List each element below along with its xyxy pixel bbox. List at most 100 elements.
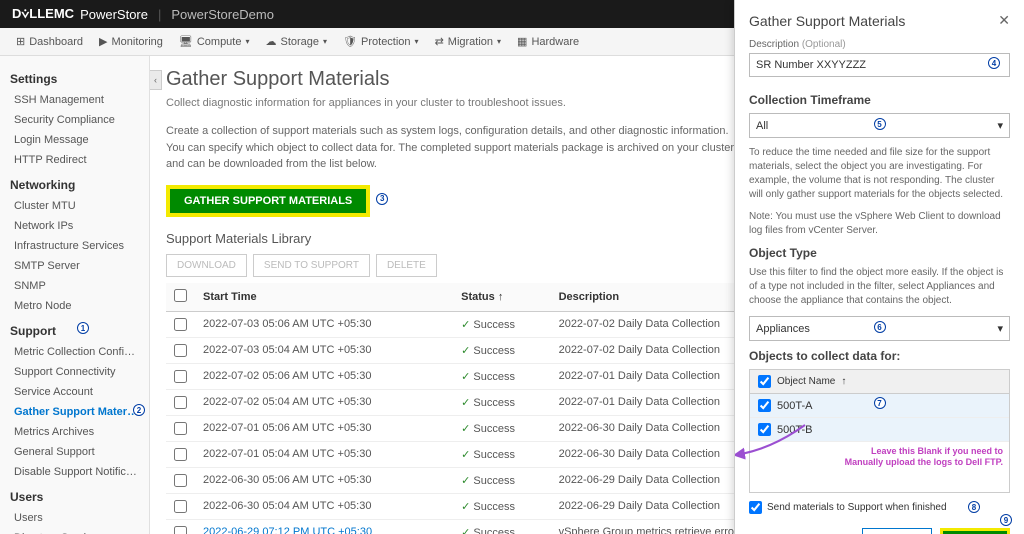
panel-title: Gather Support Materials [749, 13, 905, 29]
sidebar-item-archives[interactable]: Metrics Archives [0, 422, 149, 442]
download-button[interactable]: DOWNLOAD [166, 254, 247, 277]
annotation-6: 6 [874, 321, 886, 333]
row-checkbox[interactable] [174, 448, 187, 461]
vsphere-note: Note: You must use the vSphere Web Clien… [749, 210, 1010, 238]
nav-monitoring[interactable]: ▶Monitoring [91, 35, 171, 48]
sidebar-item-smtp[interactable]: SMTP Server [0, 256, 149, 276]
cell-status: Success [453, 415, 550, 441]
sidebar-item-service[interactable]: Service Account [0, 382, 149, 402]
sidebar-section-networking: Networking [0, 174, 149, 196]
object-type-title: Object Type [749, 246, 1010, 260]
sort-asc-icon: ↑ [498, 291, 504, 303]
cell-status: Success [453, 337, 550, 363]
object-row[interactable]: 500T-A 7 [750, 394, 1009, 418]
chevron-down-icon: ▾ [997, 119, 1003, 132]
sidebar-item-network-ips[interactable]: Network IPs [0, 216, 149, 236]
chevron-down-icon: ▾ [997, 322, 1003, 335]
delete-button[interactable]: DELETE [376, 254, 437, 277]
ftp-note: Leave this Blank if you need to Manually… [845, 446, 1003, 468]
col-object-name[interactable]: Object Name [777, 376, 835, 387]
objects-table: Object Name ↑ 500T-A 7 500T-B Leave this… [749, 369, 1010, 493]
cell-status: Success [453, 441, 550, 467]
collect-for-title: Objects to collect data for: [749, 349, 1010, 363]
sidebar-collapse-icon[interactable]: ‹ [150, 70, 162, 90]
annotation-8: 8 [968, 501, 980, 513]
obj-select-all-checkbox[interactable] [758, 375, 771, 388]
row-checkbox[interactable] [174, 370, 187, 383]
row-checkbox[interactable] [174, 344, 187, 357]
nav-dashboard[interactable]: ⊞Dashboard [8, 35, 91, 48]
object-type-help: Use this filter to find the object more … [749, 266, 1010, 308]
sidebar-item-http[interactable]: HTTP Redirect [0, 150, 149, 170]
sidebar-item-login-msg[interactable]: Login Message [0, 130, 149, 150]
sidebar-item-directory[interactable]: Directory Services [0, 528, 149, 534]
gather-materials-button[interactable]: GATHER SUPPORT MATERIALS [170, 189, 366, 213]
select-all-checkbox[interactable] [174, 289, 187, 302]
cell-start-time: 2022-07-01 05:04 AM UTC +05:30 [195, 441, 453, 467]
cancel-button[interactable]: CANCEL [862, 528, 933, 534]
sidebar-item-ssh[interactable]: SSH Management [0, 90, 149, 110]
cell-status: Success [453, 363, 550, 389]
sidebar-section-support: Support 1 [0, 320, 149, 342]
annotation-arrow-icon [734, 420, 810, 460]
annotation-2: 2 [133, 404, 145, 416]
cluster-name: PowerStoreDemo [171, 7, 274, 22]
row-checkbox[interactable] [174, 526, 187, 534]
annotation-5: 5 [874, 118, 886, 130]
annotation-1: 1 [77, 322, 89, 334]
timeframe-select[interactable]: All ▾ 5 [749, 113, 1010, 138]
sidebar-item-metric[interactable]: Metric Collection Configuration [0, 342, 149, 362]
send-to-support-checkbox[interactable] [749, 501, 762, 514]
sidebar-item-users[interactable]: Users [0, 508, 149, 528]
row-checkbox[interactable] [174, 500, 187, 513]
col-status[interactable]: Status ↑ [453, 283, 550, 312]
row-checkbox[interactable] [174, 474, 187, 487]
cell-start-time: 2022-06-30 05:04 AM UTC +05:30 [195, 493, 453, 519]
row-checkbox[interactable] [174, 396, 187, 409]
cell-start-time: 2022-06-29 07:12 PM UTC +05:30 [195, 519, 453, 534]
sidebar-item-snmp[interactable]: SNMP [0, 276, 149, 296]
col-start-time[interactable]: Start Time [195, 283, 453, 312]
cell-start-time: 2022-07-03 05:04 AM UTC +05:30 [195, 337, 453, 363]
side-panel: Gather Support Materials ✕ Description (… [734, 0, 1024, 534]
cell-start-time: 2022-07-03 05:06 AM UTC +05:30 [195, 311, 453, 337]
nav-compute[interactable]: 🖥Compute▾ [171, 35, 258, 48]
cell-status: Success [453, 519, 550, 534]
obj-checkbox[interactable] [758, 399, 771, 412]
brand: D⩒LLEMC [12, 6, 74, 22]
annotation-3: 3 [376, 193, 388, 205]
send-to-support-button[interactable]: SEND TO SUPPORT [253, 254, 370, 277]
annotation-7: 7 [874, 397, 886, 409]
annotation-9: 9 [1000, 514, 1012, 526]
sidebar-item-general[interactable]: General Support [0, 442, 149, 462]
cell-status: Success [453, 493, 550, 519]
cell-status: Success [453, 389, 550, 415]
nav-hardware[interactable]: ▦Hardware [509, 35, 587, 48]
sidebar: Settings SSH Management Security Complia… [0, 56, 150, 534]
sidebar-item-gather[interactable]: Gather Support Materials 2 [0, 402, 149, 422]
row-checkbox[interactable] [174, 318, 187, 331]
timeframe-title: Collection Timeframe [749, 93, 1010, 107]
timeframe-help: To reduce the time needed and file size … [749, 146, 1010, 202]
send-to-support-label: Send materials to Support when finished [767, 502, 947, 513]
sidebar-item-metro[interactable]: Metro Node [0, 296, 149, 316]
cell-start-time: 2022-07-01 05:06 AM UTC +05:30 [195, 415, 453, 441]
nav-protection[interactable]: 🛡Protection▾ [335, 35, 427, 48]
description-input[interactable] [749, 53, 1010, 77]
object-type-select[interactable]: Appliances ▾ 6 [749, 316, 1010, 341]
sidebar-item-disable[interactable]: Disable Support Notifications [0, 462, 149, 482]
close-icon[interactable]: ✕ [998, 12, 1010, 29]
sidebar-item-infra[interactable]: Infrastructure Services [0, 236, 149, 256]
row-checkbox[interactable] [174, 422, 187, 435]
cell-start-time: 2022-07-02 05:06 AM UTC +05:30 [195, 363, 453, 389]
nav-storage[interactable]: ☁Storage▾ [258, 35, 336, 48]
sidebar-section-settings: Settings [0, 68, 149, 90]
sidebar-item-security[interactable]: Security Compliance [0, 110, 149, 130]
nav-migration[interactable]: ⇄Migration▾ [427, 35, 509, 48]
description-label: Description (Optional) [749, 39, 1010, 50]
sidebar-item-cluster-mtu[interactable]: Cluster MTU [0, 196, 149, 216]
product-name: PowerStore [80, 7, 148, 22]
sidebar-section-users: Users [0, 486, 149, 508]
sidebar-item-connectivity[interactable]: Support Connectivity [0, 362, 149, 382]
cell-status: Success [453, 311, 550, 337]
